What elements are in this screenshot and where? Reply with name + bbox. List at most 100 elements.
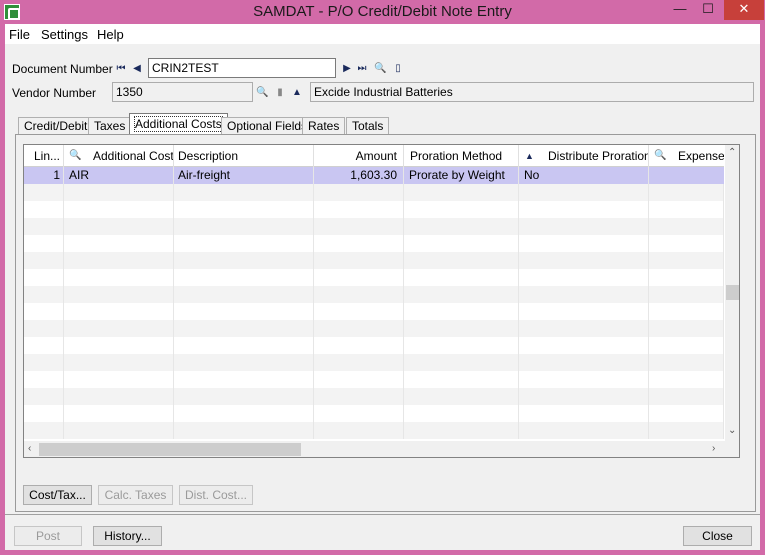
empty-table-row[interactable]: [24, 337, 724, 354]
empty-cell: [314, 235, 404, 252]
empty-cell: [519, 286, 649, 303]
empty-cell: [519, 201, 649, 218]
scroll-down-icon[interactable]: ⌄: [728, 425, 736, 436]
client-area: File Settings Help Document Number ⏮ ◀ C…: [5, 24, 760, 550]
previous-record-icon[interactable]: ◀: [131, 63, 143, 75]
last-record-icon[interactable]: ⏭: [356, 63, 368, 75]
empty-cell: [519, 405, 649, 422]
empty-table-row[interactable]: [24, 354, 724, 371]
empty-cell: [64, 303, 174, 320]
tab-optional-fields[interactable]: Optional Fields: [221, 117, 314, 135]
table-row[interactable]: 1 AIR Air-freight 1,603.30 Prorate by We…: [24, 167, 724, 184]
empty-table-row[interactable]: [24, 286, 724, 303]
empty-table-row[interactable]: [24, 252, 724, 269]
horizontal-scrollbar[interactable]: ‹ ›: [24, 441, 739, 457]
empty-cell: [314, 286, 404, 303]
empty-cell: [24, 405, 64, 422]
header-expense[interactable]: 🔍 Expense A: [649, 145, 724, 167]
menu-help[interactable]: Help: [97, 27, 124, 42]
maximize-button[interactable]: ☐: [695, 0, 721, 20]
cell-distribute-proration: No: [519, 167, 649, 184]
tab-totals[interactable]: Totals: [346, 117, 390, 135]
tab-credit-debit[interactable]: Credit/Debit: [18, 117, 94, 135]
empty-table-row[interactable]: [24, 235, 724, 252]
calc-taxes-button[interactable]: Calc. Taxes: [98, 485, 173, 505]
empty-table-row[interactable]: [24, 184, 724, 201]
zoom-icon[interactable]: ▲: [291, 87, 303, 99]
header-additional-cost[interactable]: 🔍 Additional Cost: [64, 145, 174, 167]
empty-cell: [649, 371, 724, 388]
empty-table-row[interactable]: [24, 405, 724, 422]
empty-cell: [174, 320, 314, 337]
empty-cell: [314, 303, 404, 320]
title-bar: SAMDAT - P/O Credit/Debit Note Entry — ☐…: [0, 0, 765, 24]
additional-costs-grid[interactable]: Lin... 🔍 Additional Cost Description Amo…: [23, 144, 740, 458]
empty-cell: [519, 337, 649, 354]
tab-additional-costs[interactable]: Additional Costs: [129, 113, 228, 136]
empty-cell: [64, 235, 174, 252]
horizontal-scroll-thumb[interactable]: [39, 443, 301, 456]
empty-cell: [404, 235, 519, 252]
header-amount[interactable]: Amount: [314, 145, 404, 167]
empty-cell: [649, 252, 724, 269]
header-distribute-proration-label: Distribute Proration: [548, 149, 649, 163]
vendor-name-field: Excide Industrial Batteries: [310, 82, 754, 102]
minimize-button[interactable]: —: [665, 0, 695, 20]
empty-cell: [24, 337, 64, 354]
next-record-icon[interactable]: ▶: [341, 63, 353, 75]
empty-table-row[interactable]: [24, 303, 724, 320]
empty-cell: [404, 269, 519, 286]
empty-table-row[interactable]: [24, 388, 724, 405]
vertical-scroll-thumb[interactable]: [726, 285, 739, 300]
finder-icon[interactable]: 🔍: [374, 63, 386, 75]
header-proration-method[interactable]: Proration Method: [404, 145, 519, 167]
vendor-finder-icon: 🔍: [256, 87, 269, 98]
tab-label: Optional Fields: [227, 119, 308, 133]
empty-table-row[interactable]: [24, 218, 724, 235]
cost-tax-button[interactable]: Cost/Tax...: [23, 485, 92, 505]
first-record-icon[interactable]: ⏮: [115, 63, 127, 75]
empty-cell: [174, 269, 314, 286]
empty-cell: [404, 320, 519, 337]
empty-cell: [24, 252, 64, 269]
history-button[interactable]: History...: [93, 526, 162, 546]
tab-rates[interactable]: Rates: [302, 117, 346, 135]
dist-cost-button[interactable]: Dist. Cost...: [179, 485, 253, 505]
header-line[interactable]: Lin...: [24, 145, 64, 167]
empty-cell: [404, 337, 519, 354]
cell-proration-method: Prorate by Weight: [404, 167, 519, 184]
empty-cell: [404, 184, 519, 201]
empty-cell: [174, 371, 314, 388]
scroll-left-icon[interactable]: ‹: [28, 443, 31, 454]
scroll-right-icon[interactable]: ›: [712, 443, 715, 454]
tab-taxes[interactable]: Taxes: [88, 117, 132, 135]
empty-cell: [519, 371, 649, 388]
post-button[interactable]: Post: [14, 526, 82, 546]
empty-cell: [24, 218, 64, 235]
header-description[interactable]: Description: [174, 145, 314, 167]
empty-table-row[interactable]: [24, 269, 724, 286]
menu-settings[interactable]: Settings: [41, 27, 88, 42]
empty-cell: [174, 286, 314, 303]
document-number-input[interactable]: CRIN2TEST: [148, 58, 336, 78]
empty-cell: [174, 405, 314, 422]
cell-expense: [649, 167, 724, 184]
empty-table-row[interactable]: [24, 371, 724, 388]
window-close-button[interactable]: ✕: [724, 0, 764, 20]
empty-cell: [519, 184, 649, 201]
scroll-up-icon[interactable]: ⌃: [728, 147, 736, 158]
empty-cell: [404, 354, 519, 371]
empty-table-row[interactable]: [24, 201, 724, 218]
empty-table-row[interactable]: [24, 422, 724, 439]
header-distribute-proration[interactable]: ▲ Distribute Proration: [519, 145, 649, 167]
empty-cell: [24, 269, 64, 286]
menu-file[interactable]: File: [9, 27, 30, 42]
new-document-icon[interactable]: ▯: [392, 63, 404, 75]
empty-table-row[interactable]: [24, 320, 724, 337]
tab-strip: Credit/Debit Taxes Additional Costs Opti…: [15, 113, 755, 136]
empty-cell: [64, 269, 174, 286]
vertical-scrollbar[interactable]: ⌃ ⌄: [725, 145, 739, 441]
empty-cell: [64, 354, 174, 371]
empty-cell: [314, 201, 404, 218]
close-button[interactable]: Close: [683, 526, 752, 546]
